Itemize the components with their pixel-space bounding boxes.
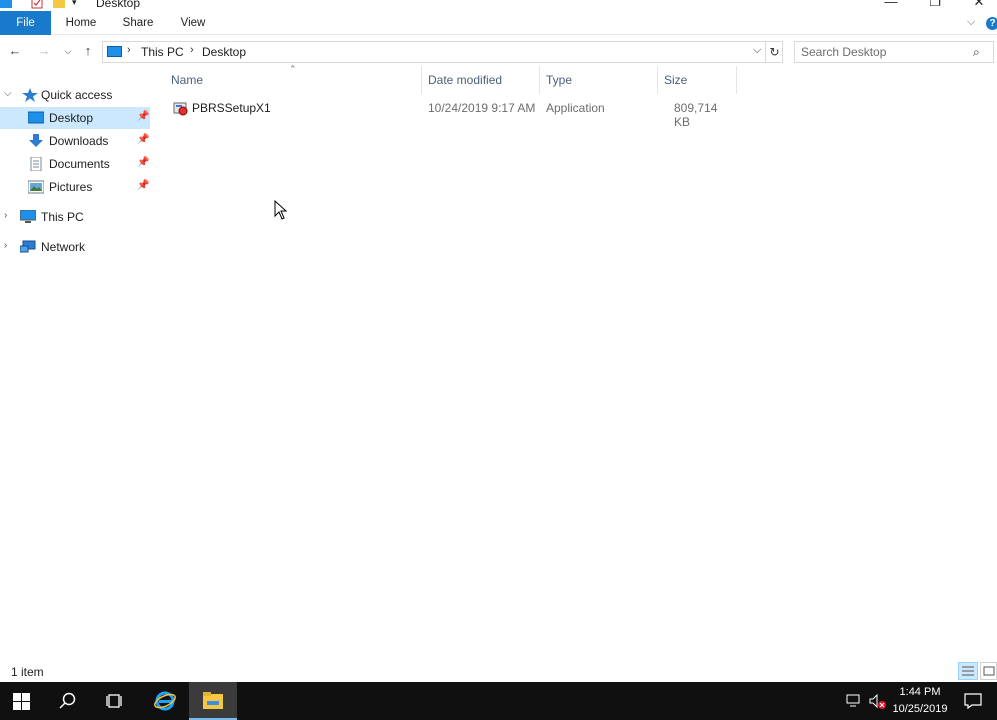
file-size: 809,714 KB xyxy=(674,101,718,129)
network-icon xyxy=(20,240,36,253)
clock-time[interactable]: 1:44 PM xyxy=(885,686,955,698)
title-bar: ▾ Desktop — ❐ ✕ xyxy=(0,0,997,11)
pin-icon[interactable]: 📌 xyxy=(137,111,149,122)
pictures-folder-icon xyxy=(28,180,44,194)
maximize-icon[interactable]: ❐ xyxy=(912,0,958,10)
file-type: Application xyxy=(546,101,605,115)
details-view-button[interactable] xyxy=(958,662,978,680)
expanded-chevron-icon[interactable]: ⌵ xyxy=(4,88,12,99)
table-row[interactable]: PBRSSetupX1 10/24/2019 9:17 AM Applicati… xyxy=(166,97,736,129)
internet-explorer-button[interactable] xyxy=(141,682,189,720)
nav-item-desktop[interactable]: Desktop 📌 xyxy=(0,107,150,129)
nav-item-documents[interactable]: Documents 📌 xyxy=(0,153,150,175)
nav-item-network[interactable]: › Network xyxy=(0,236,150,258)
expand-ribbon-chevron-icon[interactable]: ⌵ xyxy=(967,16,975,29)
forward-arrow-icon[interactable]: → xyxy=(35,42,53,60)
details-view-icon xyxy=(962,666,974,676)
customize-toolbar-icon[interactable]: ▾ xyxy=(72,0,84,9)
task-view-icon xyxy=(106,694,122,708)
collapsed-chevron-icon[interactable]: › xyxy=(4,210,7,221)
refresh-icon[interactable]: ↻ xyxy=(765,42,783,62)
explorer-app-icon[interactable] xyxy=(0,0,12,9)
file-list: ⌃ Name Date modified Type Size PBRSSetup… xyxy=(158,64,997,656)
column-header-name[interactable]: Name xyxy=(165,66,422,94)
window-title: Desktop xyxy=(96,0,141,10)
collapsed-chevron-icon[interactable]: › xyxy=(4,240,7,251)
breadcrumb-this-pc[interactable]: This PC xyxy=(141,45,184,59)
breadcrumb-desktop[interactable]: Desktop xyxy=(202,45,246,59)
tab-home[interactable]: Home xyxy=(56,11,106,35)
breadcrumb-chevron-icon[interactable]: › xyxy=(190,44,194,56)
item-count: 1 item xyxy=(11,665,44,679)
close-icon[interactable]: ✕ xyxy=(956,0,997,10)
status-bar: 1 item xyxy=(0,660,997,682)
search-box[interactable]: ⌕ xyxy=(794,41,994,63)
column-header-type[interactable]: Type xyxy=(540,66,658,94)
search-button[interactable] xyxy=(44,682,92,720)
nav-item-this-pc[interactable]: › This PC xyxy=(0,206,150,228)
taskbar: 1:44 PM 10/25/2019 xyxy=(0,682,997,720)
nav-label: This PC xyxy=(41,210,84,224)
this-pc-icon xyxy=(20,210,36,223)
nav-item-quick-access[interactable]: ⌵ Quick access xyxy=(0,84,150,106)
application-installer-icon xyxy=(173,102,188,116)
navigation-pane: ⌵ Quick access Desktop 📌 Downloads 📌 Doc… xyxy=(0,66,158,656)
pin-icon[interactable]: 📌 xyxy=(137,134,149,145)
address-dropdown-chevron-icon[interactable]: ⌵ xyxy=(753,44,761,57)
address-bar[interactable]: › This PC › Desktop ⌵ ↻ xyxy=(102,41,783,63)
nav-item-downloads[interactable]: Downloads 📌 xyxy=(0,130,150,152)
downloads-folder-icon xyxy=(29,134,43,147)
ribbon-tabs: File Home Share View ⌵ ? xyxy=(0,11,997,35)
this-pc-icon xyxy=(107,46,122,57)
internet-explorer-icon xyxy=(154,691,176,711)
nav-label: Network xyxy=(41,240,86,254)
mouse-cursor-icon xyxy=(274,200,288,220)
nav-label: Pictures xyxy=(49,180,93,194)
clock-date[interactable]: 10/25/2019 xyxy=(885,703,955,715)
column-header-size[interactable]: Size xyxy=(658,66,737,94)
pin-icon[interactable]: 📌 xyxy=(137,157,149,168)
task-view-button[interactable] xyxy=(91,682,139,720)
recent-locations-chevron-icon[interactable]: ⌵ xyxy=(59,42,77,60)
up-arrow-icon[interactable]: ↑ xyxy=(79,42,97,60)
file-explorer-icon xyxy=(203,692,223,709)
new-folder-icon[interactable] xyxy=(53,0,65,9)
desktop-folder-icon xyxy=(28,111,44,124)
file-date-modified: 10/24/2019 9:17 AM xyxy=(428,101,536,115)
tab-file[interactable]: File xyxy=(0,11,51,35)
tab-share[interactable]: Share xyxy=(113,11,163,35)
minimize-icon[interactable]: — xyxy=(868,0,914,10)
pin-icon[interactable]: 📌 xyxy=(137,180,149,191)
column-header-date-modified[interactable]: Date modified xyxy=(422,66,540,94)
start-button[interactable] xyxy=(0,682,48,720)
navigation-bar: ← → ⌵ ↑ › This PC › Desktop ⌵ ↻ ⌕ xyxy=(0,37,997,66)
nav-label: Quick access xyxy=(41,88,113,102)
tab-view[interactable]: View xyxy=(168,11,218,35)
nav-label: Downloads xyxy=(49,134,109,148)
help-icon[interactable]: ? xyxy=(986,17,997,30)
documents-folder-icon xyxy=(30,157,42,171)
search-icon xyxy=(59,692,76,709)
file-explorer-window: ▾ Desktop — ❐ ✕ File Home Share View ⌵ ?… xyxy=(0,0,997,682)
properties-icon[interactable] xyxy=(31,0,43,9)
back-arrow-icon[interactable]: ← xyxy=(6,42,24,60)
file-name: PBRSSetupX1 xyxy=(192,101,271,115)
file-explorer-taskbar-button[interactable] xyxy=(189,682,237,720)
action-center-icon[interactable] xyxy=(964,693,982,709)
search-icon[interactable]: ⌕ xyxy=(973,45,980,60)
network-tray-icon[interactable] xyxy=(846,694,862,708)
nav-label: Documents xyxy=(49,157,110,171)
nav-item-pictures[interactable]: Pictures 📌 xyxy=(0,176,150,198)
large-icons-view-button[interactable] xyxy=(980,662,997,680)
large-icons-view-icon xyxy=(983,666,995,676)
breadcrumb-chevron-icon[interactable]: › xyxy=(127,44,131,56)
windows-logo-icon xyxy=(13,693,30,710)
search-input[interactable] xyxy=(801,44,966,60)
nav-label: Desktop xyxy=(49,111,94,125)
star-icon xyxy=(22,88,38,102)
